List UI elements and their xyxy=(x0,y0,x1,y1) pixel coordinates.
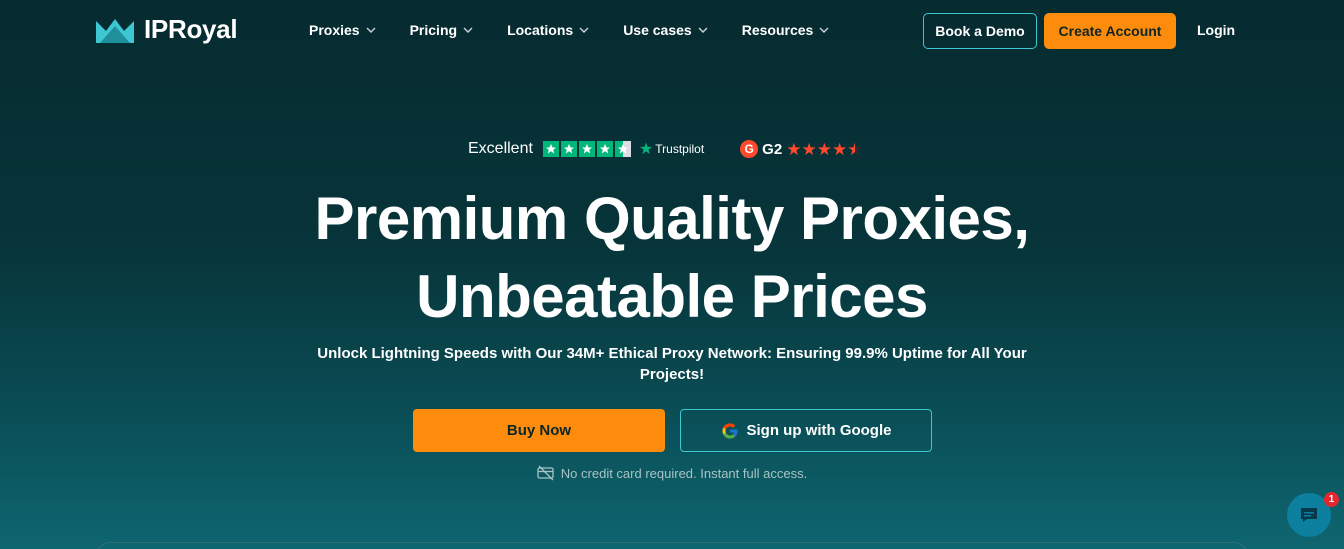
crown-logo-icon xyxy=(96,18,134,43)
star-icon: ★ xyxy=(816,139,832,159)
no-credit-card-icon xyxy=(537,465,554,481)
ratings-bar: Excellent ★ Trustpilot G G2 ★ ★ ★ ★ ★ xyxy=(468,139,862,159)
trustpilot-brand-text: Trustpilot xyxy=(655,142,705,156)
chevron-down-icon xyxy=(463,27,473,33)
create-account-button[interactable]: Create Account xyxy=(1044,13,1176,49)
google-signup-button[interactable]: Sign up with Google xyxy=(680,409,932,452)
half-star-icon: ★ xyxy=(847,139,863,159)
trustpilot-star-icon: ★ xyxy=(638,141,654,158)
hero-subtitle-line1: Unlock Lightning Speeds with Our 34M+ Et… xyxy=(317,345,1027,362)
content-card-edge xyxy=(96,542,1248,549)
chevron-down-icon xyxy=(579,27,589,33)
g2-rating[interactable]: G G2 ★ ★ ★ ★ ★ xyxy=(740,140,862,158)
nav-resources-label: Resources xyxy=(741,22,814,38)
star-icon: ★ xyxy=(801,139,817,159)
main-nav: Proxies Pricing Locations Use cases Reso… xyxy=(309,22,863,38)
book-demo-button[interactable]: Book a Demo xyxy=(923,13,1037,49)
nav-proxies-label: Proxies xyxy=(309,22,360,38)
nav-resources[interactable]: Resources xyxy=(742,22,830,38)
g2-label: G2 xyxy=(762,140,783,158)
trustpilot-stars xyxy=(542,141,631,157)
nav-pricing-label: Pricing xyxy=(409,22,458,38)
no-credit-card-text: No credit card required. Instant full ac… xyxy=(560,465,808,481)
logo-text: IPRoyal xyxy=(144,14,238,44)
nav-use-cases[interactable]: Use cases xyxy=(623,22,708,38)
star-icon xyxy=(578,141,595,157)
trustpilot-logo[interactable]: ★ Trustpilot xyxy=(639,139,704,159)
buy-now-button[interactable]: Buy Now xyxy=(413,409,665,452)
trustpilot-rating-label: Excellent xyxy=(468,140,533,157)
hero-title-line1: Premium Quality Proxies, xyxy=(314,185,1030,252)
hero-subtitle-line2: Projects! xyxy=(639,366,705,383)
nav-pricing[interactable]: Pricing xyxy=(410,22,473,38)
star-icon xyxy=(542,141,559,157)
no-credit-card-note: No credit card required. Instant full ac… xyxy=(0,465,1344,481)
login-link[interactable]: Login xyxy=(1197,22,1235,38)
star-icon xyxy=(596,141,613,157)
chevron-down-icon xyxy=(819,27,829,33)
star-icon: ★ xyxy=(831,139,848,159)
nav-use-cases-label: Use cases xyxy=(623,22,692,38)
star-icon xyxy=(560,141,577,157)
nav-proxies[interactable]: Proxies xyxy=(309,22,376,38)
chat-bubble-icon xyxy=(1301,508,1317,522)
google-signup-label: Sign up with Google xyxy=(746,422,892,439)
star-icon: ★ xyxy=(786,139,802,159)
chat-unread-badge: 1 xyxy=(1324,492,1339,507)
hero-title-line2: Unbeatable Prices xyxy=(416,263,928,330)
hero-title: Premium Quality Proxies, Unbeatable Pric… xyxy=(0,180,1344,336)
nav-locations[interactable]: Locations xyxy=(507,22,589,38)
site-header: IPRoyal Proxies Pricing Locations Use ca… xyxy=(0,0,1344,62)
g2-logo-icon: G xyxy=(740,140,759,158)
chevron-down-icon xyxy=(698,27,708,33)
logo[interactable]: IPRoyal xyxy=(96,14,238,45)
chevron-down-icon xyxy=(366,27,376,33)
g2-stars: ★ ★ ★ ★ ★ xyxy=(786,141,862,158)
half-star-icon xyxy=(614,141,631,157)
hero-subtitle: Unlock Lightning Speeds with Our 34M+ Et… xyxy=(0,343,1344,385)
google-icon xyxy=(722,423,737,438)
nav-locations-label: Locations xyxy=(507,22,574,38)
